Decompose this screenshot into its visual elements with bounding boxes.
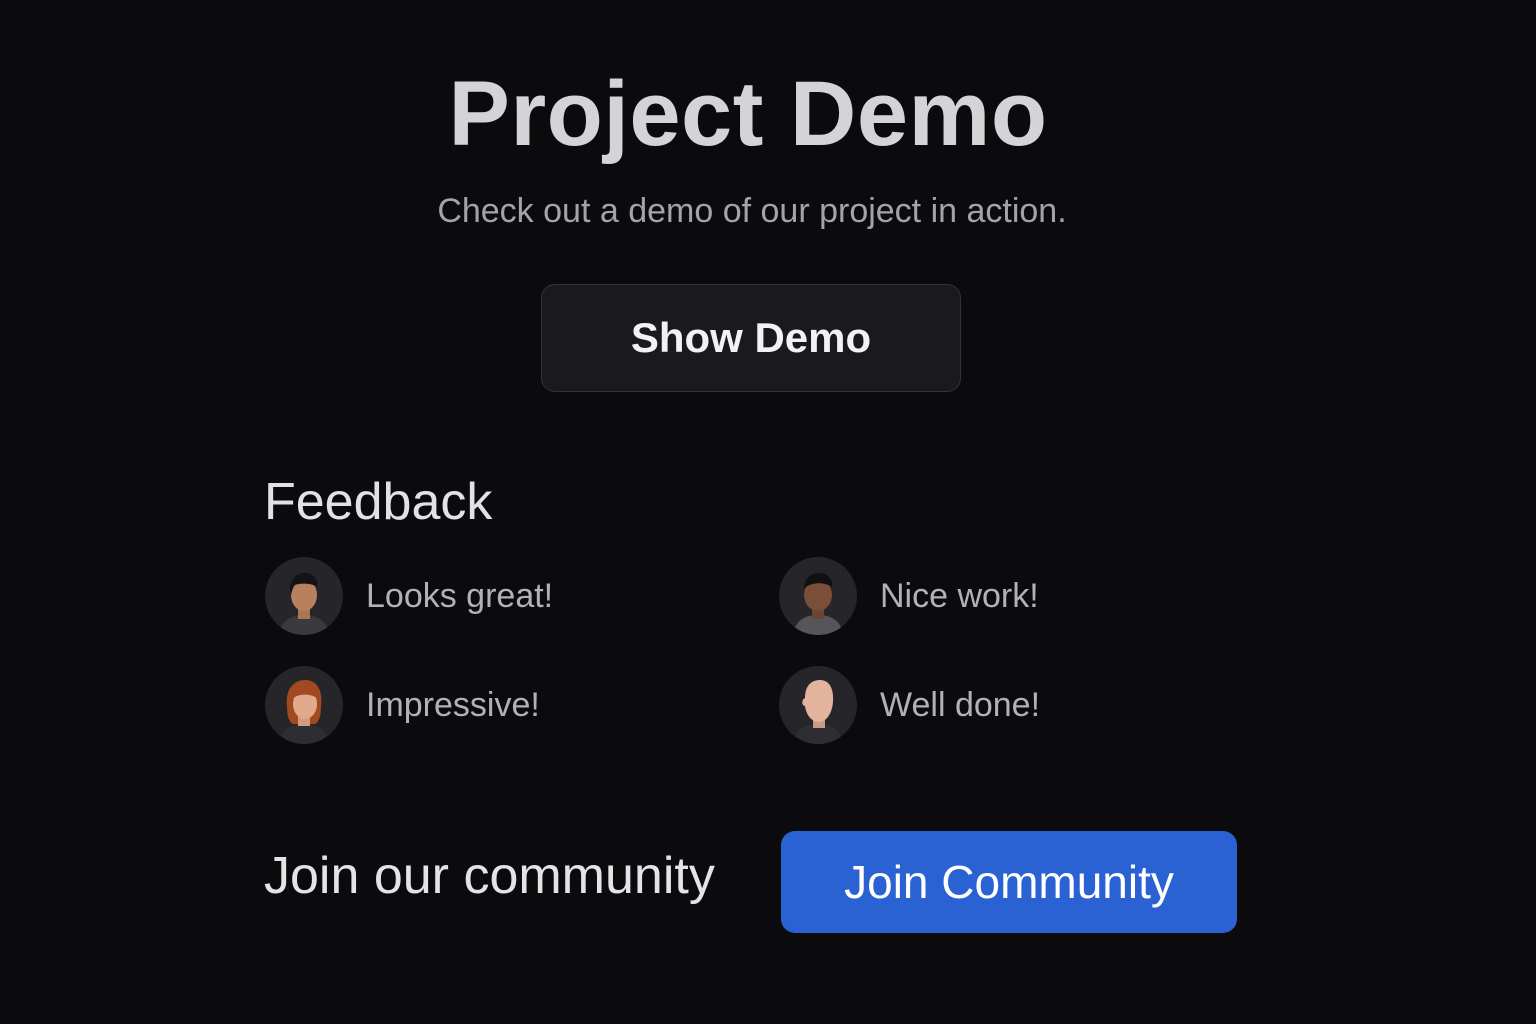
feedback-text: Looks great! xyxy=(366,576,554,615)
avatar-person-dark-hair-icon xyxy=(265,557,343,635)
feedback-item: Impressive! xyxy=(265,666,540,744)
feedback-item: Well done! xyxy=(779,666,1040,744)
feedback-item: Looks great! xyxy=(265,557,553,635)
page-subtitle: Check out a demo of our project in actio… xyxy=(437,192,1067,230)
feedback-text: Nice work! xyxy=(880,576,1039,615)
show-demo-button[interactable]: Show Demo xyxy=(541,284,961,392)
community-prompt: Join our community xyxy=(264,847,715,905)
avatar-person-red-hair-icon xyxy=(265,666,343,744)
feedback-text: Impressive! xyxy=(366,685,540,724)
feedback-item: Nice work! xyxy=(779,557,1039,635)
page-title: Project Demo xyxy=(448,63,1048,165)
avatar-person-dark-skin-icon xyxy=(779,557,857,635)
join-community-button[interactable]: Join Community xyxy=(781,831,1237,933)
avatar-person-bald-icon xyxy=(779,666,857,744)
feedback-heading: Feedback xyxy=(264,473,493,531)
feedback-text: Well done! xyxy=(880,685,1041,724)
